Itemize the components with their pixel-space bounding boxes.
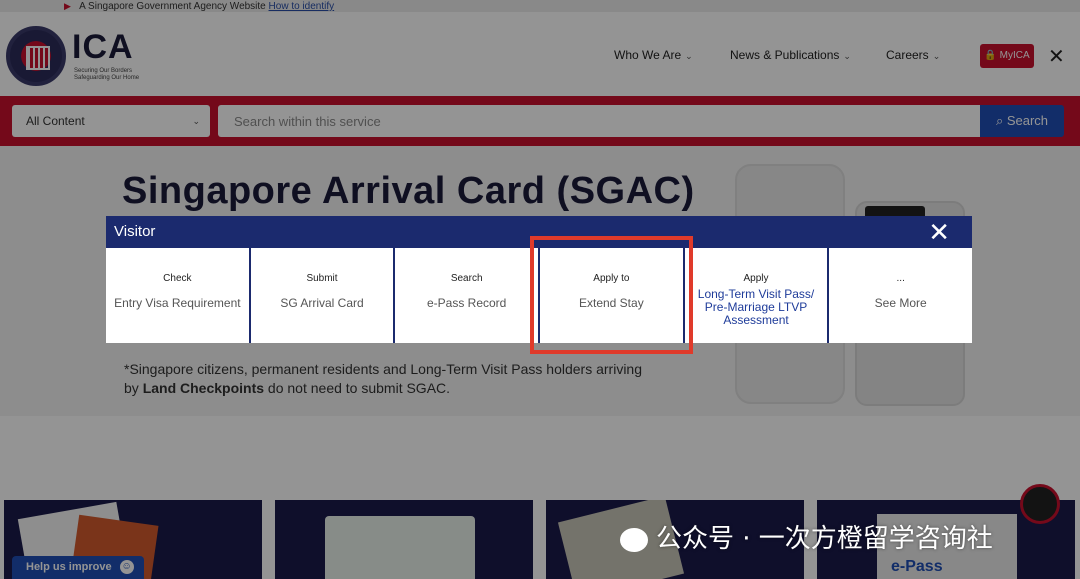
option-label: SG Arrival Card <box>280 296 364 310</box>
option-verb: Search <box>450 273 483 284</box>
option-apply-ltvp[interactable]: Apply Long-Term Visit Pass/ Pre-Marriage… <box>684 248 828 343</box>
option-extend-stay[interactable]: Apply to Extend Stay <box>540 248 683 343</box>
option-verb: Apply to <box>593 273 630 284</box>
option-label-link[interactable]: Long-Term Visit Pass/ Pre-Marriage LTVP … <box>685 288 828 327</box>
option-label: e-Pass Record <box>426 296 507 310</box>
option-verb: Submit <box>306 273 338 284</box>
modal-title: Visitor <box>114 223 156 240</box>
option-label: Extend Stay <box>578 296 644 310</box>
option-label: See More <box>874 296 927 310</box>
close-icon[interactable]: ✕ <box>928 218 950 246</box>
option-check-entry-visa[interactable]: Check Entry Visa Requirement <box>106 248 249 343</box>
option-submit-arrival-card[interactable]: Submit SG Arrival Card <box>250 248 394 343</box>
visitor-options: Check Entry Visa Requirement Submit SG A… <box>106 248 973 343</box>
option-verb: Apply <box>743 273 769 284</box>
option-search-epass[interactable]: Search e-Pass Record <box>395 248 539 343</box>
option-verb: ... <box>896 273 905 284</box>
watermark-text: 公众号 · 一次方橙留学咨询社 <box>656 524 993 554</box>
visitor-modal: Visitor ✕ Check Entry Visa Requirement S… <box>106 216 973 343</box>
modal-header: Visitor ✕ <box>106 216 972 248</box>
wechat-icon <box>620 527 648 552</box>
option-verb: Check <box>163 273 192 284</box>
watermark: 公众号 · 一次方橙留学咨询社 <box>620 518 993 555</box>
option-label: Entry Visa Requirement <box>114 296 241 310</box>
option-see-more[interactable]: ... See More <box>829 248 973 343</box>
